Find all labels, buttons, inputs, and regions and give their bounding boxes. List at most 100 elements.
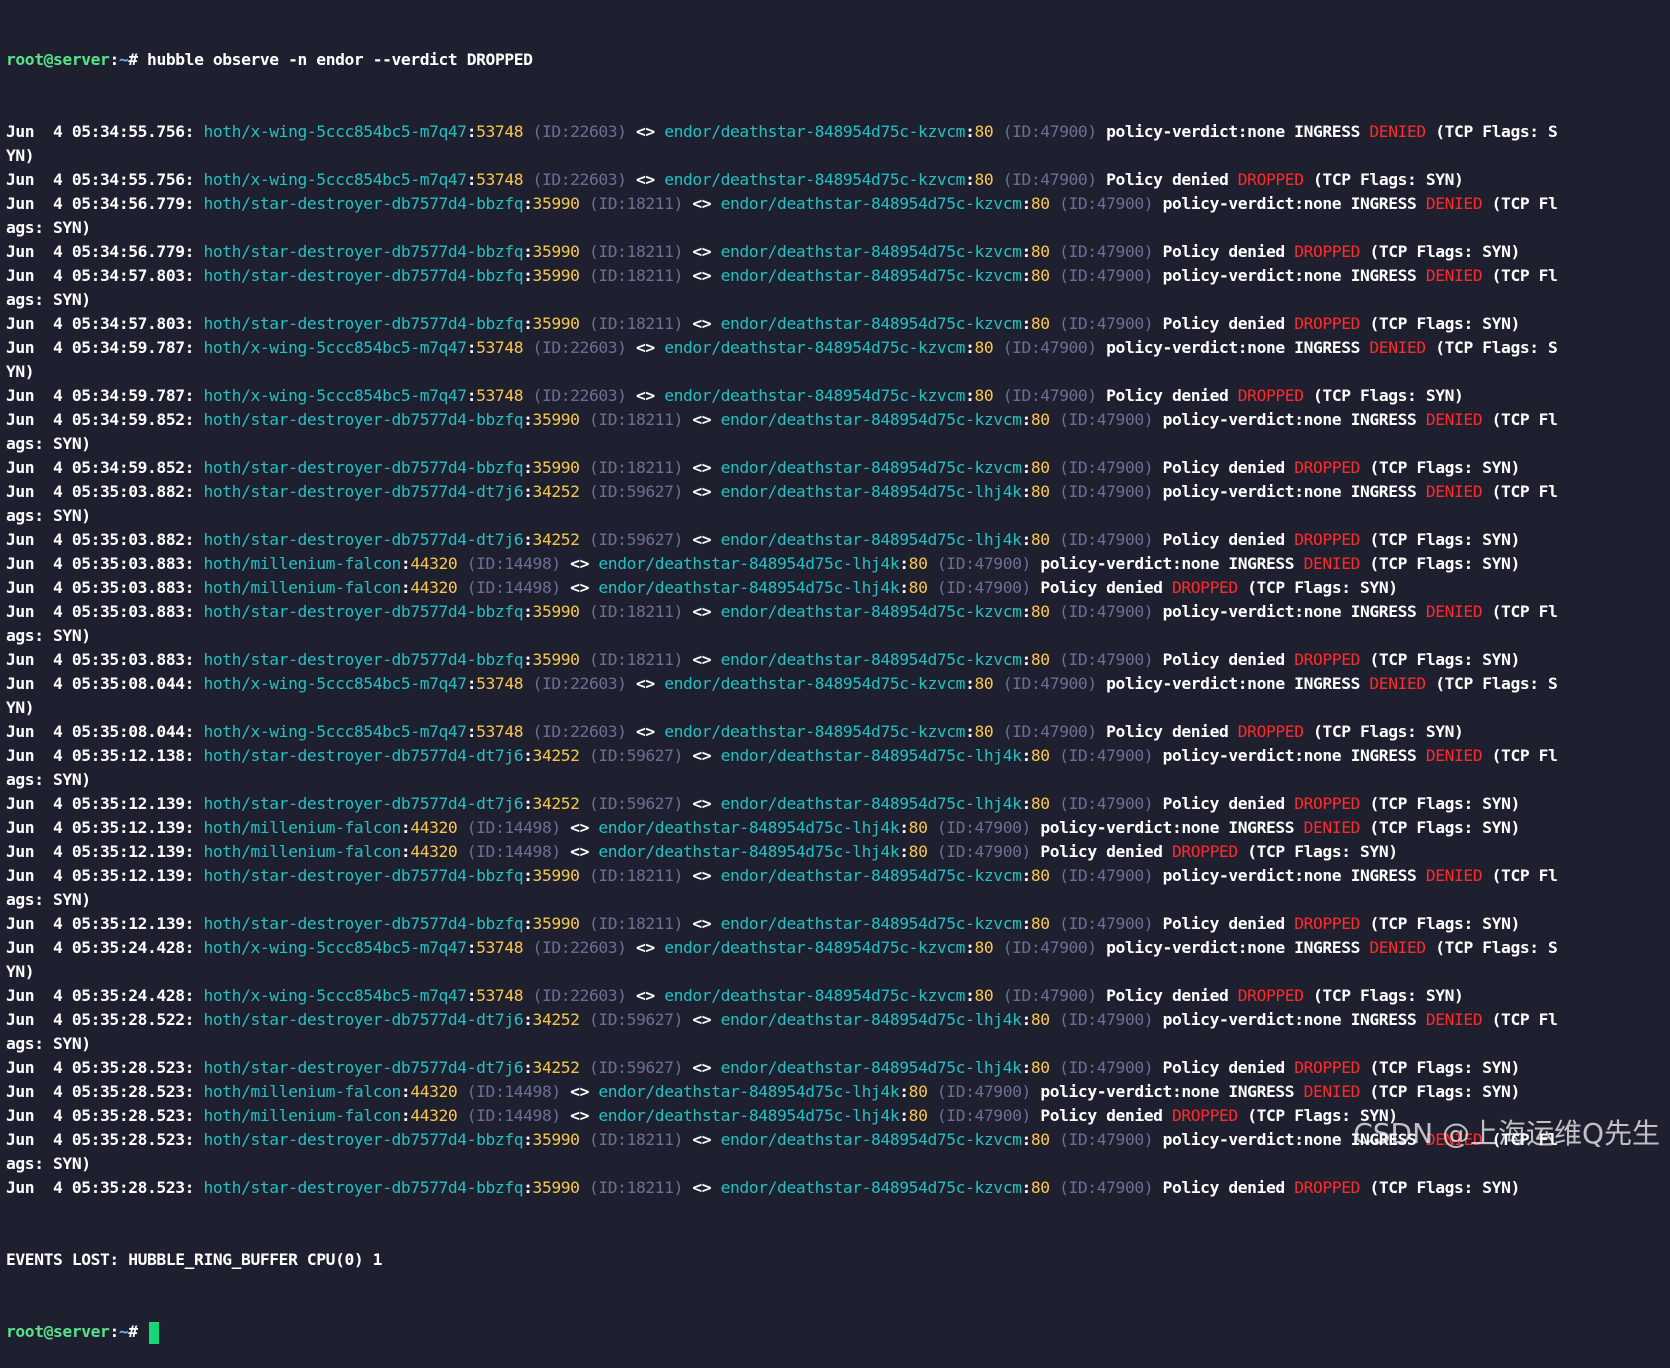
- flow-source-identity: (ID:18211): [588, 194, 683, 213]
- flow-destination-port: 80: [974, 674, 994, 693]
- flow-line: Jun 4 05:34:59.852: hoth/star-destroyer-…: [6, 410, 1558, 429]
- flow-denied-badge: DENIED: [1369, 122, 1426, 141]
- prompt-user: root@server: [6, 50, 110, 69]
- flow-destination: endor/deathstar-848954d75c-lhj4k: [720, 794, 1022, 813]
- flow-destination-port: 80: [1030, 746, 1050, 765]
- flow-line-wrap: ags: SYN): [6, 1034, 91, 1053]
- flow-arrow: <>: [635, 170, 655, 189]
- flow-line: Jun 4 05:34:57.803: hoth/star-destroyer-…: [6, 266, 1558, 285]
- flow-tcp-flags: (TCP Flags: SYN): [1369, 530, 1520, 549]
- flow-drop-reason: Policy denied: [1040, 578, 1163, 597]
- flow-source-port: 44320: [410, 818, 458, 837]
- flow-arrow: <>: [692, 266, 712, 285]
- flow-source: hoth/millenium-falcon: [203, 1106, 401, 1125]
- flow-line: Jun 4 05:34:55.756: hoth/x-wing-5ccc854b…: [6, 122, 1558, 141]
- flow-destination-identity: (ID:47900): [936, 1082, 1031, 1101]
- flow-denied-badge: DENIED: [1425, 1010, 1483, 1029]
- flow-destination-identity: (ID:47900): [1002, 338, 1097, 357]
- flow-destination-identity: (ID:47900): [1059, 1178, 1154, 1197]
- flow-source-port: 53748: [476, 386, 524, 405]
- flow-source-port: 44320: [410, 1106, 458, 1125]
- flow-denied-badge: DENIED: [1425, 866, 1483, 885]
- flow-timestamp: Jun 4 05:35:28.523:: [6, 1130, 195, 1149]
- flow-destination-identity: (ID:47900): [1002, 386, 1097, 405]
- flow-source-port: 35990: [532, 1178, 580, 1197]
- flow-source: hoth/star-destroyer-db7577d4-dt7j6: [203, 530, 524, 549]
- flow-source-port: 53748: [476, 170, 524, 189]
- flow-drop-reason: Policy denied: [1106, 386, 1229, 405]
- flow-source-identity: (ID:59627): [588, 530, 683, 549]
- flow-verdict: policy-verdict:none INGRESS: [1162, 410, 1417, 429]
- flow-arrow: <>: [570, 1106, 589, 1125]
- flow-tcp-flags: (TCP Flags: S: [1435, 938, 1558, 957]
- flow-timestamp: Jun 4 05:34:55.756:: [6, 170, 195, 189]
- flow-arrow: <>: [635, 674, 655, 693]
- flow-denied-badge: DENIED: [1425, 602, 1483, 621]
- flow-destination: endor/deathstar-848954d75c-lhj4k: [598, 578, 900, 597]
- flow-drop-reason: Policy denied: [1162, 1178, 1286, 1197]
- flow-line-wrap: ags: SYN): [6, 626, 91, 645]
- flow-denied-badge: DENIED: [1369, 338, 1426, 357]
- flow-drop-reason: Policy denied: [1106, 722, 1229, 741]
- prompt-symbol: #: [128, 1322, 138, 1341]
- flow-line: Jun 4 05:35:12.139: hoth/millenium-falco…: [6, 818, 1520, 837]
- flow-denied-badge: DENIED: [1425, 410, 1483, 429]
- flow-drop-reason: Policy denied: [1106, 170, 1229, 189]
- flow-destination: endor/deathstar-848954d75c-kzvcm: [664, 986, 966, 1005]
- flow-source: hoth/x-wing-5ccc854bc5-m7q47: [203, 170, 467, 189]
- flow-source-port: 53748: [476, 722, 524, 741]
- flow-destination-identity: (ID:47900): [1059, 242, 1154, 261]
- terminal-output[interactable]: root@server:~# hubble observe -n endor -…: [6, 0, 1666, 1368]
- flow-source: hoth/x-wing-5ccc854bc5-m7q47: [203, 938, 467, 957]
- flow-timestamp: Jun 4 05:34:59.852:: [6, 410, 195, 429]
- flow-destination: endor/deathstar-848954d75c-kzvcm: [664, 674, 966, 693]
- flow-dropped-badge: DROPPED: [1294, 914, 1361, 933]
- flow-destination: endor/deathstar-848954d75c-kzvcm: [720, 914, 1022, 933]
- flow-tcp-flags: (TCP Fl: [1491, 746, 1558, 765]
- flow-tcp-flags: (TCP Fl: [1491, 602, 1558, 621]
- flow-destination-identity: (ID:47900): [1002, 122, 1097, 141]
- flow-arrow: <>: [692, 794, 712, 813]
- flow-drop-reason: Policy denied: [1162, 314, 1286, 333]
- flow-source-port: 53748: [476, 122, 524, 141]
- flow-source: hoth/star-destroyer-db7577d4-bbzfq: [203, 458, 524, 477]
- flow-line: Jun 4 05:34:59.787: hoth/x-wing-5ccc854b…: [6, 338, 1558, 357]
- flow-verdict: policy-verdict:none INGRESS: [1040, 818, 1295, 837]
- flow-destination-port: 80: [974, 938, 994, 957]
- flow-verdict: policy-verdict:none INGRESS: [1162, 482, 1417, 501]
- flow-timestamp: Jun 4 05:34:59.852:: [6, 458, 195, 477]
- flow-arrow: <>: [635, 722, 655, 741]
- flow-destination: endor/deathstar-848954d75c-lhj4k: [720, 1058, 1022, 1077]
- flow-denied-badge: DENIED: [1425, 482, 1483, 501]
- flow-source-identity: (ID:22603): [532, 386, 627, 405]
- flow-drop-reason: Policy denied: [1106, 986, 1229, 1005]
- flow-source: hoth/star-destroyer-db7577d4-dt7j6: [203, 482, 524, 501]
- flow-destination-identity: (ID:47900): [1059, 866, 1154, 885]
- flow-source-port: 44320: [410, 1082, 458, 1101]
- flow-timestamp: Jun 4 05:35:12.138:: [6, 746, 195, 765]
- flow-line: Jun 4 05:35:08.044: hoth/x-wing-5ccc854b…: [6, 722, 1464, 741]
- flow-drop-reason: Policy denied: [1162, 530, 1286, 549]
- flow-line: Jun 4 05:35:03.883: hoth/star-destroyer-…: [6, 602, 1558, 621]
- flow-destination-port: 80: [974, 986, 994, 1005]
- flow-source-port: 34252: [532, 746, 580, 765]
- flow-line-wrap: ags: SYN): [6, 434, 91, 453]
- flow-tcp-flags: (TCP Flags: SYN): [1369, 1082, 1520, 1101]
- flow-destination-port: 80: [1030, 1058, 1050, 1077]
- flow-destination-identity: (ID:47900): [1059, 650, 1154, 669]
- flow-source-port: 35990: [532, 314, 580, 333]
- flow-line: Jun 4 05:35:28.522: hoth/star-destroyer-…: [6, 1010, 1558, 1029]
- flow-destination: endor/deathstar-848954d75c-kzvcm: [664, 386, 966, 405]
- flow-tcp-flags: (TCP Flags: SYN): [1313, 386, 1464, 405]
- flow-timestamp: Jun 4 05:35:03.883:: [6, 650, 195, 669]
- command-line: root@server:~# hubble observe -n endor -…: [6, 50, 533, 69]
- flow-arrow: <>: [692, 602, 712, 621]
- flow-destination: endor/deathstar-848954d75c-kzvcm: [720, 410, 1022, 429]
- flow-destination-identity: (ID:47900): [1059, 1010, 1154, 1029]
- flow-timestamp: Jun 4 05:35:28.523:: [6, 1106, 195, 1125]
- flow-destination-identity: (ID:47900): [936, 554, 1031, 573]
- flow-source-identity: (ID:14498): [466, 842, 561, 861]
- flow-destination-port: 80: [908, 1106, 928, 1125]
- input-line[interactable]: root@server:~#: [6, 1320, 1666, 1344]
- flow-source-port: 34252: [532, 482, 580, 501]
